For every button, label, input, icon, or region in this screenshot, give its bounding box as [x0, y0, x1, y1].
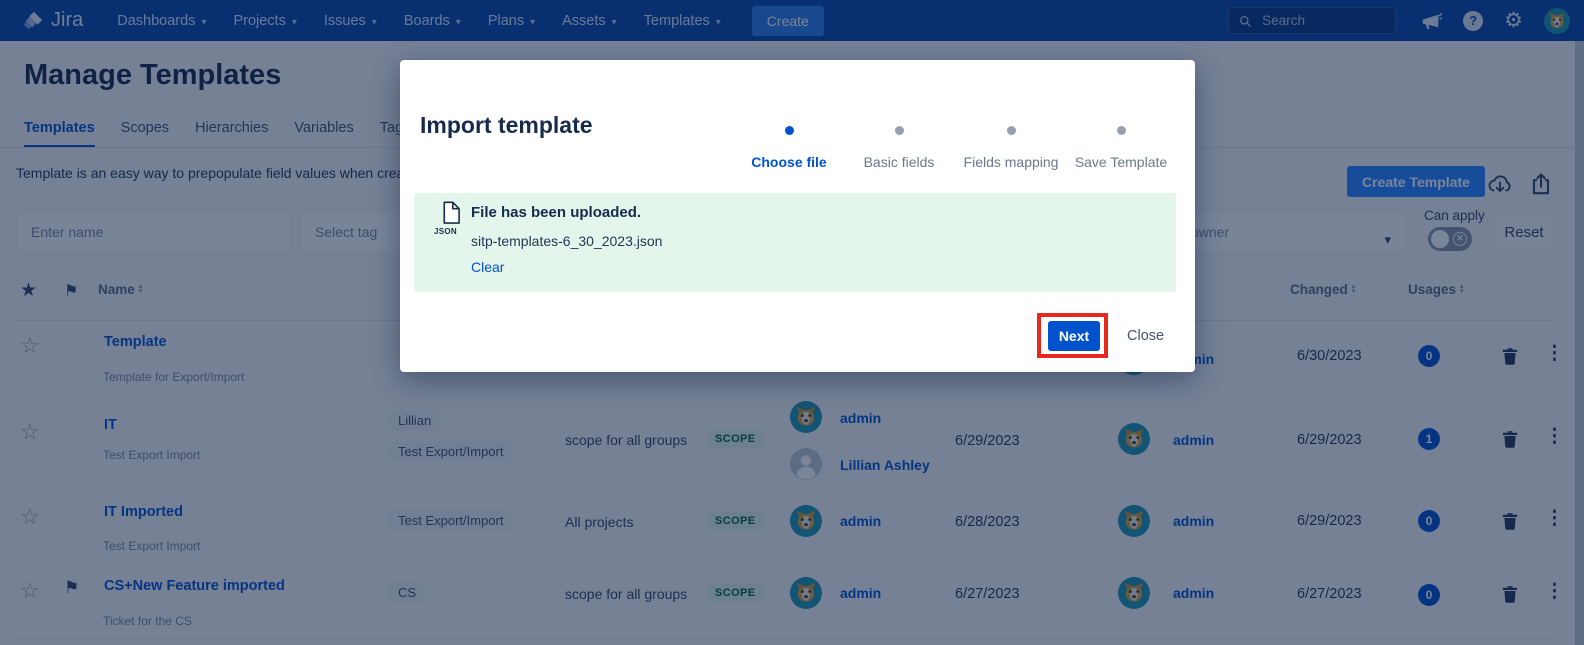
next-button[interactable]: Next	[1048, 321, 1100, 351]
uploaded-filename: sitp-templates-6_30_2023.json	[471, 233, 662, 249]
upload-success-panel: JSON File has been uploaded. sitp-templa…	[414, 193, 1176, 292]
step-dot-icon	[1117, 126, 1126, 135]
json-file-icon	[439, 201, 463, 228]
clear-file-link[interactable]: Clear	[471, 259, 504, 275]
modal-title: Import template	[420, 112, 593, 139]
import-template-modal: Import template Choose file Basic fields…	[400, 60, 1195, 372]
document-icon	[439, 201, 463, 228]
close-button[interactable]: Close	[1127, 321, 1164, 351]
step-dot-icon	[785, 126, 794, 135]
step-dot-icon	[1007, 126, 1016, 135]
upload-status-text: File has been uploaded.	[471, 204, 641, 221]
jira-manage-templates-screen: Jira Dashboards Projects Issues Boards P…	[0, 0, 1584, 645]
step-label: Save Template	[1051, 154, 1191, 170]
step-save-template: Save Template	[1051, 122, 1191, 170]
json-file-type-label: JSON	[434, 227, 457, 236]
step-dot-icon	[895, 126, 904, 135]
